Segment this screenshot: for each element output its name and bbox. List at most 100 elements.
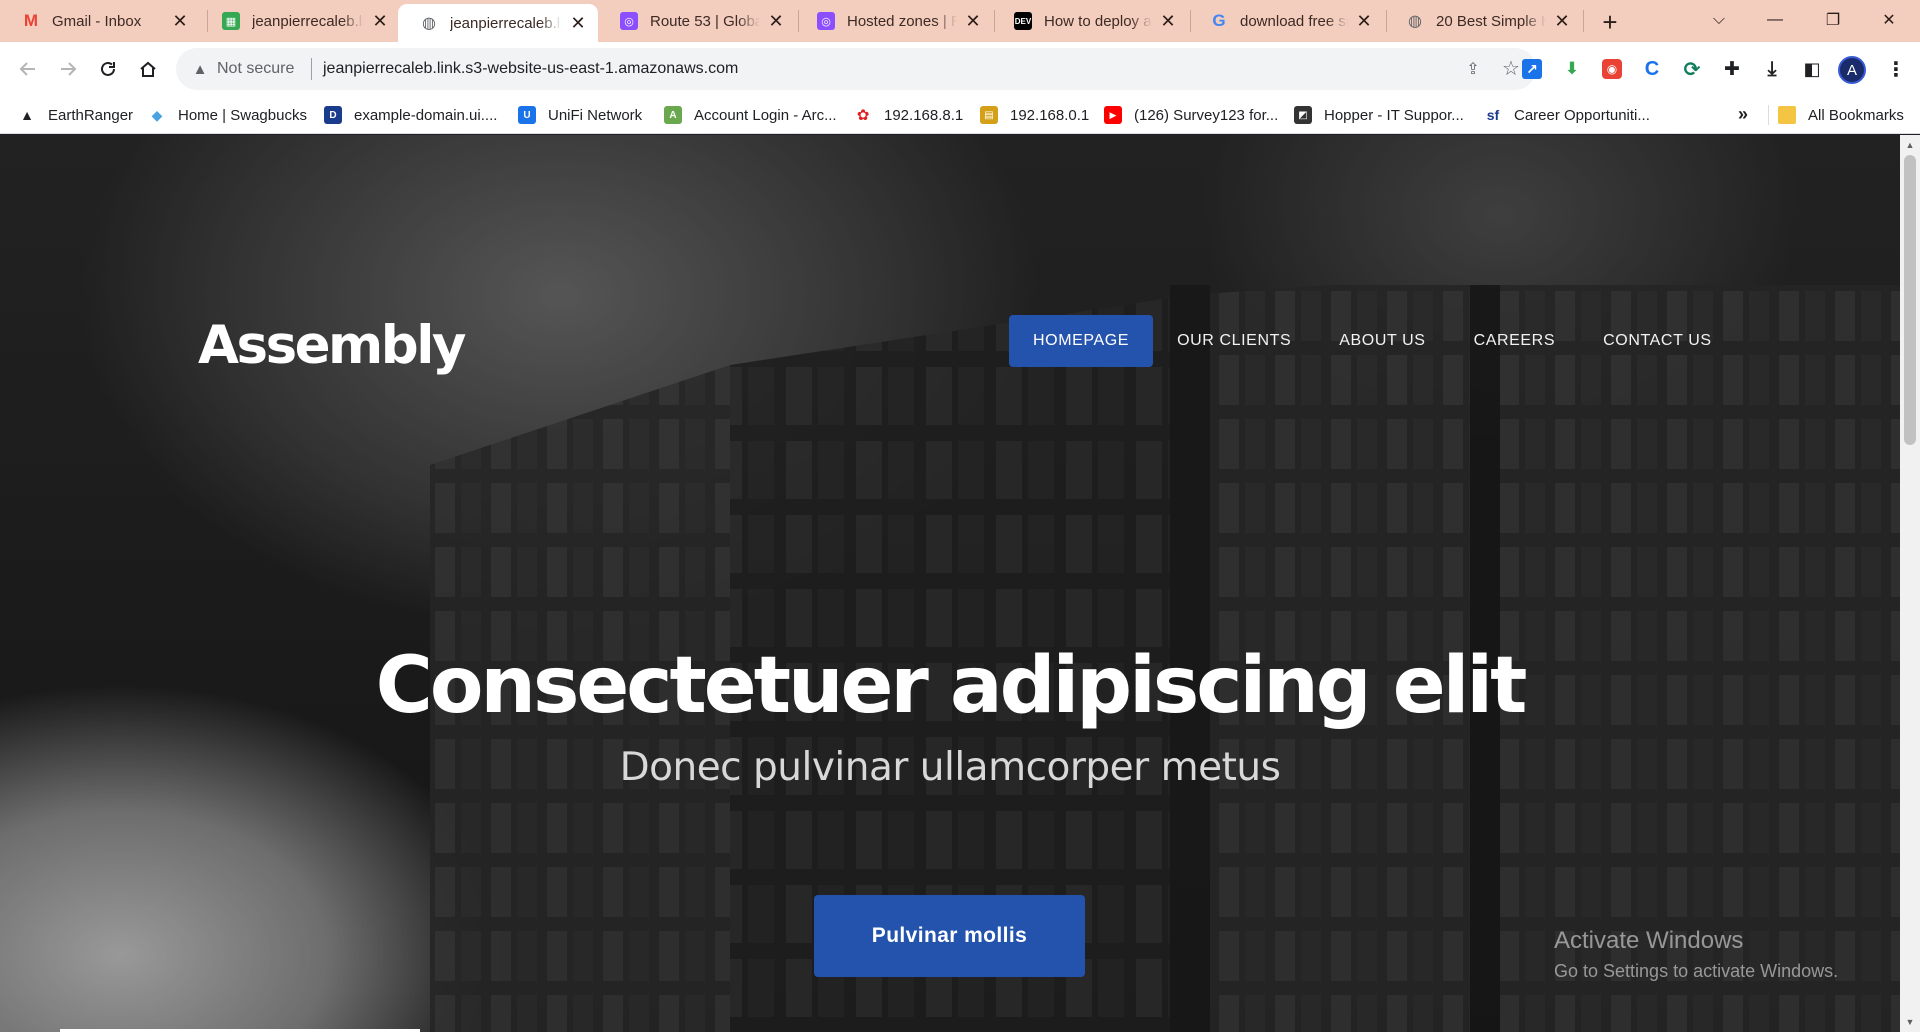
- close-icon[interactable]: ✕: [1354, 11, 1374, 31]
- scroll-up-arrow-icon[interactable]: ▲: [1900, 137, 1920, 153]
- download-arrow-extension-icon[interactable]: ⬇: [1558, 55, 1586, 83]
- close-icon[interactable]: ✕: [170, 11, 190, 31]
- d-icon: D: [324, 106, 342, 124]
- close-icon[interactable]: ✕: [766, 11, 786, 31]
- share-icon[interactable]: ⇪: [1462, 58, 1484, 80]
- browser-menu-icon[interactable]: ⋮: [1882, 55, 1910, 83]
- bookmark-label: 192.168.0.1: [1010, 106, 1090, 124]
- green-refresh-extension-icon[interactable]: ⟳: [1678, 55, 1706, 83]
- tab-search-dropdown-icon[interactable]: ⌵: [1696, 0, 1742, 40]
- warning-triangle-icon[interactable]: ▲: [190, 59, 210, 79]
- bookmark-hopper[interactable]: ◩ Hopper - IT Suppor...: [1294, 104, 1464, 126]
- forward-button[interactable]: [52, 53, 84, 85]
- side-panel-icon[interactable]: ◧: [1798, 55, 1826, 83]
- nav-about-us[interactable]: ABOUT US: [1315, 315, 1449, 367]
- more-bookmarks-chevron-icon[interactable]: »: [1738, 104, 1748, 125]
- tab-strip: M Gmail - Inbox ✕ ▦ jeanpierrecaleb.link…: [0, 0, 1920, 42]
- nav-careers[interactable]: CAREERS: [1450, 315, 1580, 367]
- site-logo[interactable]: Assembly: [198, 315, 466, 376]
- tab-jeanpierrecaleb-active[interactable]: ◍ jeanpierrecaleb.link ✕: [398, 4, 598, 42]
- bookmarks-bar: ▲ EarthRanger ◆ Home | Swagbucks D examp…: [0, 96, 1920, 134]
- tab-title: How to deploy a: [1044, 12, 1152, 30]
- new-tab-button[interactable]: +: [1596, 7, 1624, 37]
- folder-icon: [1778, 106, 1796, 124]
- tab-gmail[interactable]: M Gmail - Inbox ✕: [0, 4, 200, 38]
- tab-route53-global[interactable]: ◎ Route 53 | Global ✕: [598, 4, 796, 38]
- google-icon: G: [1212, 11, 1226, 30]
- tab-jeanpierrecaleb-1[interactable]: ▦ jeanpierrecaleb.link ✕: [200, 4, 400, 38]
- bookmark-earthranger[interactable]: ▲ EarthRanger: [18, 104, 133, 126]
- bookmark-label: All Bookmarks: [1808, 106, 1904, 124]
- site-navigation: HOMEPAGE OUR CLIENTS ABOUT US CAREERS CO…: [1009, 315, 1736, 367]
- bookmark-label: example-domain.ui....: [354, 106, 498, 124]
- minimize-button[interactable]: —: [1752, 0, 1798, 40]
- bookmark-account-login[interactable]: A Account Login - Arc...: [664, 104, 837, 126]
- swagbucks-icon: ◆: [151, 106, 163, 123]
- tab-hosted-zones[interactable]: ◎ Hosted zones | Route ✕: [795, 4, 993, 38]
- home-icon: [140, 61, 156, 77]
- all-bookmarks-folder[interactable]: All Bookmarks: [1778, 104, 1904, 126]
- router-icon: ▤: [980, 106, 998, 124]
- hopper-icon: ◩: [1294, 106, 1312, 124]
- globe-icon: ◍: [422, 15, 436, 32]
- close-icon[interactable]: ✕: [568, 13, 588, 33]
- hero-title: Consectetuer adipiscing elit: [375, 641, 1528, 731]
- bookmark-192-168-8-1[interactable]: ✿ 192.168.8.1: [854, 104, 964, 126]
- tab-title: 20 Best Simple HTML: [1436, 12, 1546, 30]
- bookmark-label: Hopper - IT Suppor...: [1324, 106, 1464, 124]
- browser-toolbar: ▲ Not secure jeanpierrecaleb.link.s3-web…: [0, 42, 1920, 96]
- bookmark-label: EarthRanger: [48, 106, 134, 124]
- tab-google-download[interactable]: G download free simple ✕: [1188, 4, 1384, 38]
- reload-button[interactable]: [92, 53, 124, 85]
- nav-homepage[interactable]: HOMEPAGE: [1009, 315, 1154, 367]
- home-button[interactable]: [132, 53, 164, 85]
- hero-cta-button[interactable]: Pulvinar mollis: [814, 895, 1085, 977]
- nav-our-clients[interactable]: OUR CLIENTS: [1153, 315, 1315, 367]
- omnibox-divider: [311, 58, 312, 80]
- scroll-down-arrow-icon[interactable]: ▼: [1900, 1014, 1920, 1030]
- address-bar[interactable]: ▲ Not secure jeanpierrecaleb.link.s3-web…: [176, 48, 1536, 90]
- bookmark-label: 192.168.8.1: [884, 106, 964, 124]
- gmail-icon: M: [23, 11, 39, 30]
- earthranger-icon: ▲: [20, 107, 34, 123]
- close-icon[interactable]: ✕: [1552, 11, 1572, 31]
- aws-route53-icon: ◎: [817, 12, 835, 30]
- external-link-extension-icon[interactable]: ↗: [1518, 55, 1546, 83]
- close-icon[interactable]: ✕: [370, 11, 390, 31]
- bookmark-label: Career Opportuniti...: [1514, 106, 1650, 124]
- close-icon[interactable]: ✕: [1158, 11, 1178, 31]
- back-button[interactable]: [12, 53, 44, 85]
- youtube-icon: ▶: [1104, 106, 1122, 124]
- restore-button[interactable]: ❐: [1810, 0, 1856, 40]
- profile-avatar[interactable]: A: [1838, 56, 1866, 84]
- tab-best-simple-html[interactable]: ◍ 20 Best Simple HTML ✕: [1384, 4, 1582, 38]
- scrollbar-thumb[interactable]: [1904, 155, 1916, 445]
- reload-icon: [101, 61, 115, 76]
- tab-dev-deploy[interactable]: DEV How to deploy a ✕: [992, 4, 1188, 38]
- bookmark-example-domain[interactable]: D example-domain.ui....: [324, 104, 497, 126]
- back-arrow-icon: [19, 62, 35, 76]
- tab-title: Route 53 | Global: [650, 12, 760, 30]
- bookmark-survey123[interactable]: ▶ (126) Survey123 for...: [1104, 104, 1278, 126]
- c-extension-icon[interactable]: C: [1638, 55, 1666, 83]
- bookmark-swagbucks[interactable]: ◆ Home | Swagbucks: [148, 104, 307, 126]
- bookmark-unifi[interactable]: U UniFi Network: [518, 104, 642, 126]
- dev-icon: DEV: [1014, 12, 1032, 30]
- red-square-extension-icon[interactable]: ◉: [1598, 55, 1626, 83]
- security-label[interactable]: Not secure: [217, 60, 294, 78]
- forward-arrow-icon: [61, 62, 77, 76]
- bookmark-192-168-0-1[interactable]: ▤ 192.168.0.1: [980, 104, 1089, 126]
- close-icon[interactable]: ✕: [963, 11, 983, 31]
- url-text[interactable]: jeanpierrecaleb.link.s3-website-us-east-…: [323, 60, 738, 78]
- page-scrollbar[interactable]: ▲ ▼: [1900, 135, 1920, 1032]
- puzzle-extensions-icon[interactable]: ✚: [1718, 55, 1746, 83]
- nav-contact-us[interactable]: CONTACT US: [1579, 315, 1736, 367]
- unifi-icon: U: [518, 106, 536, 124]
- downloads-icon[interactable]: ⤓: [1758, 55, 1786, 83]
- bookmark-career[interactable]: sf Career Opportuniti...: [1484, 104, 1650, 126]
- tab-title: Gmail - Inbox: [52, 12, 142, 30]
- huawei-icon: ✿: [856, 107, 870, 124]
- activate-windows-subtitle: Go to Settings to activate Windows.: [1554, 961, 1839, 981]
- close-window-button[interactable]: ✕: [1866, 0, 1912, 40]
- bookmarks-divider: [1768, 105, 1769, 125]
